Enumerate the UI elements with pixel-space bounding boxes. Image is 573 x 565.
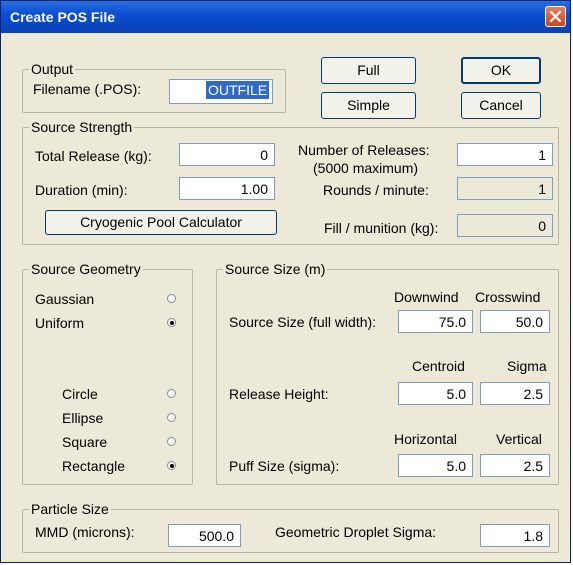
- simple-button[interactable]: Simple: [321, 92, 416, 119]
- ok-button[interactable]: OK: [461, 57, 541, 84]
- sigma-header: Sigma: [507, 358, 547, 374]
- num-releases-note: (5000 maximum): [313, 160, 419, 176]
- rectangle-radio[interactable]: [167, 461, 176, 470]
- particle-size-legend: Particle Size: [31, 501, 109, 517]
- downwind-input[interactable]: 75.0: [398, 310, 473, 333]
- puff-size-label: Puff Size (sigma):: [229, 458, 340, 474]
- circle-radio[interactable]: [167, 389, 176, 398]
- crosswind-input[interactable]: 50.0: [480, 310, 550, 333]
- title-bar: Create POS File: [1, 1, 570, 33]
- num-releases-label: Number of Releases:: [298, 142, 430, 158]
- vertical-input[interactable]: 2.5: [480, 454, 550, 477]
- source-size-label: Source Size (full width):: [229, 314, 377, 330]
- cancel-button[interactable]: Cancel: [461, 92, 541, 119]
- duration-label: Duration (min):: [35, 182, 128, 198]
- ellipse-label: Ellipse: [62, 410, 104, 426]
- centroid-input[interactable]: 5.0: [398, 382, 473, 405]
- crosswind-header: Crosswind: [475, 289, 541, 305]
- fill-per-munition-field: 0: [457, 214, 553, 237]
- source-size-legend: Source Size (m): [225, 261, 326, 277]
- mmd-input[interactable]: 500.0: [168, 524, 241, 547]
- downwind-header: Downwind: [394, 289, 459, 305]
- geometric-droplet-sigma-label: Geometric Droplet Sigma:: [275, 524, 437, 540]
- cryogenic-pool-calculator-button[interactable]: Cryogenic Pool Calculator: [45, 210, 277, 235]
- filename-value: OUTFILE: [206, 81, 270, 99]
- release-height-label: Release Height:: [229, 386, 329, 402]
- ellipse-radio[interactable]: [167, 413, 176, 422]
- square-label: Square: [62, 434, 108, 450]
- full-button[interactable]: Full: [321, 57, 416, 84]
- uniform-label: Uniform: [35, 315, 85, 331]
- source-geometry-legend: Source Geometry: [31, 261, 141, 277]
- rounds-per-minute-field: 1: [457, 177, 553, 200]
- gaussian-radio[interactable]: [167, 294, 176, 303]
- uniform-radio[interactable]: [167, 318, 176, 327]
- close-icon: [549, 10, 562, 23]
- rectangle-label: Rectangle: [62, 458, 126, 474]
- horizontal-input[interactable]: 5.0: [398, 454, 473, 477]
- source-strength-legend: Source Strength: [31, 119, 133, 135]
- mmd-label: MMD (microns):: [35, 524, 135, 540]
- circle-label: Circle: [62, 386, 98, 402]
- fill-per-munition-label: Fill / munition (kg):: [324, 220, 439, 236]
- num-releases-input[interactable]: 1: [457, 143, 553, 166]
- close-button[interactable]: [545, 6, 566, 27]
- geometric-droplet-sigma-input[interactable]: 1.8: [480, 524, 550, 547]
- vertical-header: Vertical: [496, 431, 542, 447]
- filename-label: Filename (.POS):: [33, 81, 142, 97]
- square-radio[interactable]: [167, 437, 176, 446]
- sigma-input[interactable]: 2.5: [480, 382, 550, 405]
- duration-input[interactable]: 1.00: [179, 177, 275, 200]
- horizontal-header: Horizontal: [394, 431, 458, 447]
- total-release-input[interactable]: 0: [179, 143, 275, 166]
- output-legend: Output: [31, 61, 74, 77]
- gaussian-label: Gaussian: [35, 291, 95, 307]
- rounds-per-minute-label: Rounds / minute:: [323, 182, 429, 198]
- window-title: Create POS File: [10, 9, 116, 25]
- create-pos-dialog: Create POS File Output Filename (.POS): …: [0, 0, 571, 563]
- filename-input[interactable]: OUTFILE: [169, 79, 273, 104]
- total-release-label: Total Release (kg):: [35, 148, 152, 164]
- centroid-header: Centroid: [412, 358, 465, 374]
